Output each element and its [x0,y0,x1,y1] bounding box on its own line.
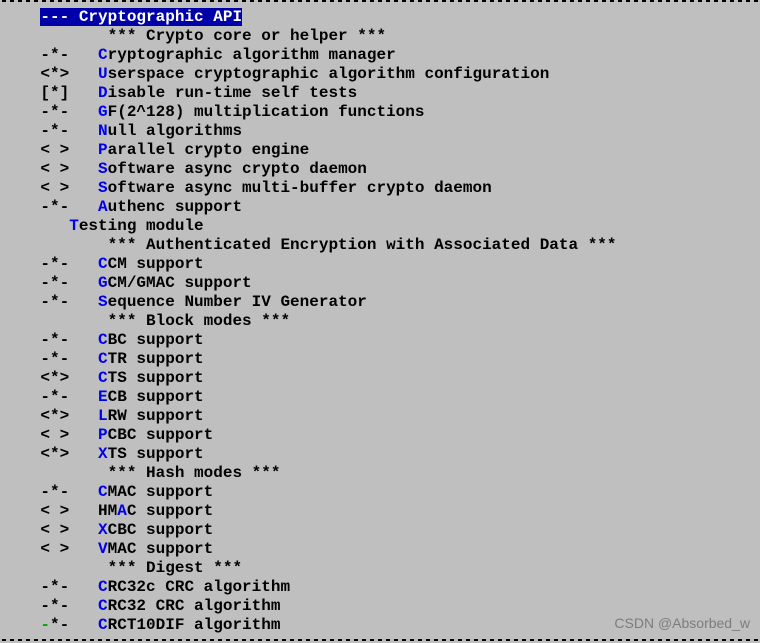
config-item[interactable]: -*- GF(2^128) multiplication functions [2,103,758,122]
config-item[interactable]: <*> LRW support [2,407,758,426]
config-item[interactable]: [*] Disable run-time self tests [2,84,758,103]
hotkey-letter: S [98,160,108,178]
hotkey-letter: L [98,407,108,425]
config-item[interactable]: -*- CBC support [2,331,758,350]
hotkey-letter: C [98,350,108,368]
hotkey-letter: G [98,103,108,121]
hotkey-letter: C [98,46,108,64]
config-item[interactable]: -*- CTR support [2,350,758,369]
hotkey-letter: P [98,141,108,159]
config-item[interactable]: < > XCBC support [2,521,758,540]
config-item[interactable]: < > Parallel crypto engine [2,141,758,160]
config-item[interactable]: -*- GCM/GMAC support [2,274,758,293]
config-item[interactable]: *** Authenticated Encryption with Associ… [2,236,758,255]
config-item[interactable]: -*- Null algorithms [2,122,758,141]
menu-title-text: --- Cryptographic API [40,8,242,26]
config-item[interactable]: < > Software async multi-buffer crypto d… [2,179,758,198]
hotkey-letter: D [98,84,108,102]
config-item[interactable]: <*> Userspace cryptographic algorithm co… [2,65,758,84]
config-item[interactable]: -*- Sequence Number IV Generator [2,293,758,312]
config-item[interactable]: -*- CCM support [2,255,758,274]
hotkey-letter: V [98,540,108,558]
hotkey-letter: A [117,502,127,520]
config-item[interactable]: -*- Cryptographic algorithm manager [2,46,758,65]
config-item[interactable]: < > PCBC support [2,426,758,445]
config-item[interactable]: *** Digest *** [2,559,758,578]
config-item[interactable]: < > Software async crypto daemon [2,160,758,179]
hotkey-letter: C [98,255,108,273]
config-item[interactable]: < > VMAC support [2,540,758,559]
hotkey-letter: C [98,578,108,596]
config-item[interactable]: < > HMAC support [2,502,758,521]
config-item[interactable]: -*- ECB support [2,388,758,407]
hotkey-letter: S [98,179,108,197]
config-item[interactable]: *** Crypto core or helper *** [2,27,758,46]
hotkey-letter: C [98,331,108,349]
dashed-border-top [2,0,758,2]
menu-title: --- Cryptographic API [2,8,758,27]
hotkey-letter: G [98,274,108,292]
cursor-indicator: - [40,616,50,634]
hotkey-letter: S [98,293,108,311]
hotkey-letter: P [98,426,108,444]
hotkey-letter: A [98,198,108,216]
hotkey-letter: C [98,483,108,501]
config-item[interactable]: <*> CTS support [2,369,758,388]
config-item[interactable]: -*- CMAC support [2,483,758,502]
config-item[interactable]: -*- CRC32c CRC algorithm [2,578,758,597]
config-item[interactable]: -*- Authenc support [2,198,758,217]
hotkey-letter: X [98,445,108,463]
config-item[interactable]: *** Hash modes *** [2,464,758,483]
config-item[interactable]: <*> XTS support [2,445,758,464]
hotkey-letter: C [98,597,108,615]
config-item[interactable]: Testing module [2,217,758,236]
watermark: CSDN @Absorbed_w [614,614,750,633]
menuconfig-pane: --- Cryptographic API *** Crypto core or… [0,3,760,635]
hotkey-letter: X [98,521,108,539]
hotkey-letter: U [98,65,108,83]
hotkey-letter: T [69,217,79,235]
hotkey-letter: C [98,616,108,634]
hotkey-letter: N [98,122,108,140]
hotkey-letter: E [98,388,108,406]
dashed-border-bottom [2,639,758,641]
hotkey-letter: C [98,369,108,387]
config-item[interactable]: *** Block modes *** [2,312,758,331]
